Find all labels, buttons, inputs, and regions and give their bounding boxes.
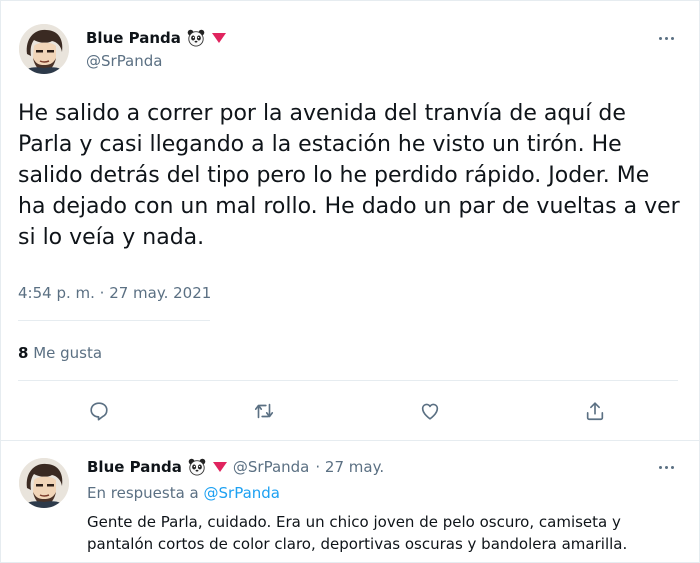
avatar-image (19, 458, 69, 508)
in-reply-to-handle-link[interactable]: @SrPanda (204, 484, 280, 502)
reply-date[interactable]: · 27 may. (315, 458, 384, 476)
reply-author-row[interactable]: Blue Panda @SrPanda · 27 may. (87, 458, 384, 476)
tweet-timestamp[interactable]: 4:54 p. m. · 27 may. 2021 (18, 284, 211, 302)
likes-label: Me gusta (28, 344, 103, 362)
tweet-thread-frame (0, 0, 700, 563)
reply-icon[interactable] (86, 398, 112, 424)
divider (18, 320, 210, 321)
in-reply-to-label: En respuesta a (87, 484, 204, 502)
more-options-icon[interactable] (654, 458, 678, 476)
likes-number: 8 (18, 344, 29, 362)
author-handle[interactable]: @SrPanda (86, 52, 162, 70)
more-options-icon[interactable] (654, 29, 678, 47)
reply-author-display-name[interactable]: Blue Panda (87, 458, 182, 476)
reply-author-handle[interactable]: @SrPanda (233, 458, 309, 476)
author-name-row[interactable]: Blue Panda (86, 29, 226, 47)
divider (18, 380, 678, 381)
in-reply-to: En respuesta a @SrPanda (87, 484, 280, 502)
tweet-text: He salido a correr por la avenida del tr… (18, 101, 680, 250)
retweet-icon[interactable] (251, 398, 277, 424)
reply-tweet-text: Gente de Parla, cuidado. Era un chico jo… (87, 513, 628, 553)
avatar[interactable] (19, 24, 69, 74)
triangle-down-icon (211, 33, 226, 43)
triangle-down-icon (212, 462, 227, 472)
share-icon[interactable] (582, 398, 608, 424)
avatar-image (19, 24, 69, 74)
divider (0, 440, 700, 441)
like-icon[interactable] (417, 398, 443, 424)
likes-count[interactable]: 8 Me gusta (18, 344, 102, 362)
author-display-name[interactable]: Blue Panda (86, 29, 181, 47)
panda-emoji-icon (188, 458, 206, 476)
reply-avatar[interactable] (19, 458, 69, 508)
panda-emoji-icon (187, 29, 205, 47)
